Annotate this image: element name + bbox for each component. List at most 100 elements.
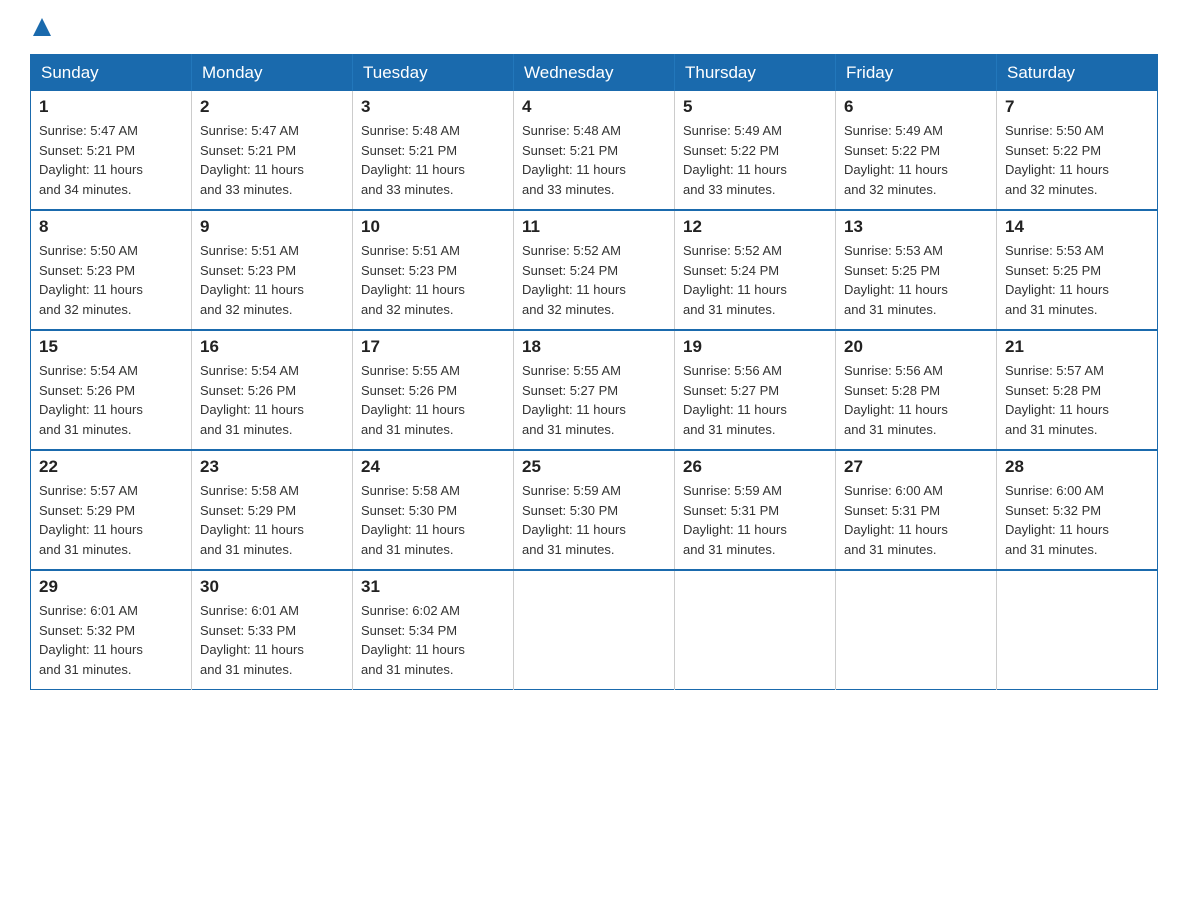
day-number: 22 — [39, 457, 183, 477]
day-number: 6 — [844, 97, 988, 117]
day-number: 4 — [522, 97, 666, 117]
day-number: 2 — [200, 97, 344, 117]
calendar-cell: 23 Sunrise: 5:58 AMSunset: 5:29 PMDaylig… — [192, 450, 353, 570]
day-info: Sunrise: 5:54 AMSunset: 5:26 PMDaylight:… — [200, 361, 344, 439]
calendar-week-4: 22 Sunrise: 5:57 AMSunset: 5:29 PMDaylig… — [31, 450, 1158, 570]
day-number: 25 — [522, 457, 666, 477]
day-info: Sunrise: 5:58 AMSunset: 5:29 PMDaylight:… — [200, 481, 344, 559]
calendar-cell: 17 Sunrise: 5:55 AMSunset: 5:26 PMDaylig… — [353, 330, 514, 450]
calendar-cell: 20 Sunrise: 5:56 AMSunset: 5:28 PMDaylig… — [836, 330, 997, 450]
day-info: Sunrise: 5:58 AMSunset: 5:30 PMDaylight:… — [361, 481, 505, 559]
day-number: 15 — [39, 337, 183, 357]
day-info: Sunrise: 5:50 AMSunset: 5:22 PMDaylight:… — [1005, 121, 1149, 199]
day-info: Sunrise: 6:02 AMSunset: 5:34 PMDaylight:… — [361, 601, 505, 679]
day-info: Sunrise: 5:52 AMSunset: 5:24 PMDaylight:… — [683, 241, 827, 319]
calendar-cell: 18 Sunrise: 5:55 AMSunset: 5:27 PMDaylig… — [514, 330, 675, 450]
calendar-cell: 28 Sunrise: 6:00 AMSunset: 5:32 PMDaylig… — [997, 450, 1158, 570]
day-number: 8 — [39, 217, 183, 237]
day-info: Sunrise: 6:00 AMSunset: 5:31 PMDaylight:… — [844, 481, 988, 559]
logo — [30, 20, 51, 38]
day-header-monday: Monday — [192, 55, 353, 92]
calendar-week-3: 15 Sunrise: 5:54 AMSunset: 5:26 PMDaylig… — [31, 330, 1158, 450]
day-info: Sunrise: 5:51 AMSunset: 5:23 PMDaylight:… — [200, 241, 344, 319]
day-number: 31 — [361, 577, 505, 597]
calendar-cell — [836, 570, 997, 690]
day-header-saturday: Saturday — [997, 55, 1158, 92]
day-info: Sunrise: 5:55 AMSunset: 5:27 PMDaylight:… — [522, 361, 666, 439]
calendar-header: SundayMondayTuesdayWednesdayThursdayFrid… — [31, 55, 1158, 92]
calendar-cell: 30 Sunrise: 6:01 AMSunset: 5:33 PMDaylig… — [192, 570, 353, 690]
day-header-wednesday: Wednesday — [514, 55, 675, 92]
day-number: 7 — [1005, 97, 1149, 117]
calendar-cell: 27 Sunrise: 6:00 AMSunset: 5:31 PMDaylig… — [836, 450, 997, 570]
day-info: Sunrise: 5:53 AMSunset: 5:25 PMDaylight:… — [844, 241, 988, 319]
day-number: 28 — [1005, 457, 1149, 477]
calendar-body: 1 Sunrise: 5:47 AMSunset: 5:21 PMDayligh… — [31, 91, 1158, 690]
day-number: 10 — [361, 217, 505, 237]
day-number: 27 — [844, 457, 988, 477]
day-info: Sunrise: 5:55 AMSunset: 5:26 PMDaylight:… — [361, 361, 505, 439]
calendar-cell: 24 Sunrise: 5:58 AMSunset: 5:30 PMDaylig… — [353, 450, 514, 570]
day-number: 16 — [200, 337, 344, 357]
day-number: 20 — [844, 337, 988, 357]
day-number: 14 — [1005, 217, 1149, 237]
day-info: Sunrise: 6:01 AMSunset: 5:33 PMDaylight:… — [200, 601, 344, 679]
day-number: 18 — [522, 337, 666, 357]
day-info: Sunrise: 5:57 AMSunset: 5:28 PMDaylight:… — [1005, 361, 1149, 439]
day-number: 24 — [361, 457, 505, 477]
calendar-cell: 12 Sunrise: 5:52 AMSunset: 5:24 PMDaylig… — [675, 210, 836, 330]
day-header-sunday: Sunday — [31, 55, 192, 92]
day-info: Sunrise: 5:59 AMSunset: 5:30 PMDaylight:… — [522, 481, 666, 559]
day-info: Sunrise: 6:01 AMSunset: 5:32 PMDaylight:… — [39, 601, 183, 679]
day-info: Sunrise: 5:49 AMSunset: 5:22 PMDaylight:… — [844, 121, 988, 199]
calendar-cell: 1 Sunrise: 5:47 AMSunset: 5:21 PMDayligh… — [31, 91, 192, 210]
calendar-cell: 22 Sunrise: 5:57 AMSunset: 5:29 PMDaylig… — [31, 450, 192, 570]
calendar-cell: 16 Sunrise: 5:54 AMSunset: 5:26 PMDaylig… — [192, 330, 353, 450]
calendar-cell: 6 Sunrise: 5:49 AMSunset: 5:22 PMDayligh… — [836, 91, 997, 210]
day-info: Sunrise: 5:47 AMSunset: 5:21 PMDaylight:… — [200, 121, 344, 199]
day-info: Sunrise: 5:51 AMSunset: 5:23 PMDaylight:… — [361, 241, 505, 319]
calendar-cell: 10 Sunrise: 5:51 AMSunset: 5:23 PMDaylig… — [353, 210, 514, 330]
calendar-cell: 19 Sunrise: 5:56 AMSunset: 5:27 PMDaylig… — [675, 330, 836, 450]
calendar-cell: 14 Sunrise: 5:53 AMSunset: 5:25 PMDaylig… — [997, 210, 1158, 330]
day-number: 23 — [200, 457, 344, 477]
logo-triangle-icon — [33, 18, 51, 36]
calendar-week-5: 29 Sunrise: 6:01 AMSunset: 5:32 PMDaylig… — [31, 570, 1158, 690]
calendar-week-2: 8 Sunrise: 5:50 AMSunset: 5:23 PMDayligh… — [31, 210, 1158, 330]
day-info: Sunrise: 5:56 AMSunset: 5:28 PMDaylight:… — [844, 361, 988, 439]
calendar-cell: 15 Sunrise: 5:54 AMSunset: 5:26 PMDaylig… — [31, 330, 192, 450]
day-info: Sunrise: 5:59 AMSunset: 5:31 PMDaylight:… — [683, 481, 827, 559]
calendar-cell: 3 Sunrise: 5:48 AMSunset: 5:21 PMDayligh… — [353, 91, 514, 210]
calendar-week-1: 1 Sunrise: 5:47 AMSunset: 5:21 PMDayligh… — [31, 91, 1158, 210]
calendar-cell — [997, 570, 1158, 690]
calendar-cell: 29 Sunrise: 6:01 AMSunset: 5:32 PMDaylig… — [31, 570, 192, 690]
day-info: Sunrise: 5:54 AMSunset: 5:26 PMDaylight:… — [39, 361, 183, 439]
calendar-cell: 8 Sunrise: 5:50 AMSunset: 5:23 PMDayligh… — [31, 210, 192, 330]
calendar-cell: 4 Sunrise: 5:48 AMSunset: 5:21 PMDayligh… — [514, 91, 675, 210]
calendar-cell: 9 Sunrise: 5:51 AMSunset: 5:23 PMDayligh… — [192, 210, 353, 330]
calendar-cell — [675, 570, 836, 690]
calendar-cell: 21 Sunrise: 5:57 AMSunset: 5:28 PMDaylig… — [997, 330, 1158, 450]
day-number: 29 — [39, 577, 183, 597]
day-number: 26 — [683, 457, 827, 477]
day-number: 12 — [683, 217, 827, 237]
day-number: 19 — [683, 337, 827, 357]
day-info: Sunrise: 5:48 AMSunset: 5:21 PMDaylight:… — [522, 121, 666, 199]
day-header-tuesday: Tuesday — [353, 55, 514, 92]
day-info: Sunrise: 6:00 AMSunset: 5:32 PMDaylight:… — [1005, 481, 1149, 559]
day-info: Sunrise: 5:49 AMSunset: 5:22 PMDaylight:… — [683, 121, 827, 199]
calendar-cell: 5 Sunrise: 5:49 AMSunset: 5:22 PMDayligh… — [675, 91, 836, 210]
calendar-table: SundayMondayTuesdayWednesdayThursdayFrid… — [30, 54, 1158, 690]
header-row: SundayMondayTuesdayWednesdayThursdayFrid… — [31, 55, 1158, 92]
day-number: 1 — [39, 97, 183, 117]
page-header — [30, 20, 1158, 38]
day-number: 17 — [361, 337, 505, 357]
calendar-cell: 25 Sunrise: 5:59 AMSunset: 5:30 PMDaylig… — [514, 450, 675, 570]
day-info: Sunrise: 5:47 AMSunset: 5:21 PMDaylight:… — [39, 121, 183, 199]
day-info: Sunrise: 5:48 AMSunset: 5:21 PMDaylight:… — [361, 121, 505, 199]
day-info: Sunrise: 5:52 AMSunset: 5:24 PMDaylight:… — [522, 241, 666, 319]
day-header-friday: Friday — [836, 55, 997, 92]
day-info: Sunrise: 5:56 AMSunset: 5:27 PMDaylight:… — [683, 361, 827, 439]
day-info: Sunrise: 5:53 AMSunset: 5:25 PMDaylight:… — [1005, 241, 1149, 319]
day-number: 9 — [200, 217, 344, 237]
